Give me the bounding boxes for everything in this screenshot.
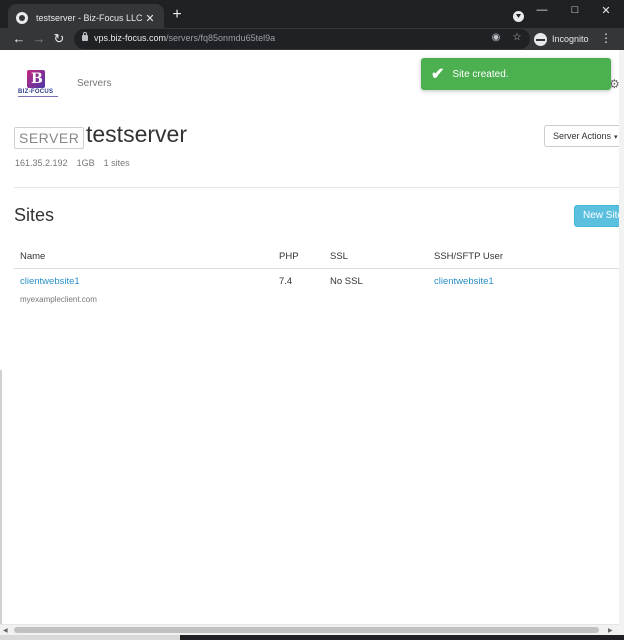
incognito-label: Incognito: [552, 34, 589, 44]
server-meta: 161.35.2.192 1GB 1 sites: [15, 158, 130, 168]
browser-menu-icon[interactable]: ⋮: [600, 31, 612, 45]
page-content: BIZ-FOCUS Servers ⚙ ✔ Site created. SERV…: [0, 50, 619, 624]
incognito-icon: [534, 32, 547, 46]
url-text[interactable]: vps.biz-focus.com/servers/fq85onmdu65tel…: [94, 33, 275, 43]
server-actions-button[interactable]: Server Actions ▾: [544, 125, 619, 147]
server-ip: 161.35.2.192: [15, 158, 68, 168]
window-close-icon[interactable]: ✕: [598, 4, 614, 17]
divider: [14, 187, 619, 188]
site-ssl-status: No SSL: [330, 276, 363, 287]
page-title: testserver: [86, 121, 187, 147]
tab-search-icon[interactable]: [513, 11, 524, 22]
table-header-divider: [14, 268, 619, 269]
server-actions-label: Server Actions: [553, 131, 612, 141]
back-icon[interactable]: ←: [12, 31, 26, 46]
browser-toolbar: ← → ↻ vps.biz-focus.com/servers/fq85onmd…: [0, 28, 624, 50]
incognito-indicator[interactable]: Incognito: [534, 30, 589, 48]
tab-title: testserver - Biz-Focus LLC: [36, 13, 143, 23]
column-header-ssh-user: SSH/SFTP User: [434, 251, 503, 262]
eye-off-icon[interactable]: ◉: [490, 32, 502, 43]
toast-message: Site created.: [452, 68, 509, 80]
address-bar[interactable]: vps.biz-focus.com/servers/fq85onmdu65tel…: [74, 29, 530, 49]
logo-mark: [27, 70, 45, 88]
new-tab-icon[interactable]: +: [170, 6, 184, 24]
column-header-ssl: SSL: [330, 251, 348, 262]
forward-icon[interactable]: →: [32, 31, 46, 46]
column-header-name: Name: [20, 251, 46, 262]
taskbar-strip: [0, 635, 624, 640]
tab-close-icon[interactable]: ✕: [144, 12, 156, 25]
server-memory: 1GB: [76, 158, 95, 168]
sites-heading: Sites: [14, 205, 55, 225]
nav-servers-link[interactable]: Servers: [77, 78, 111, 89]
success-toast: ✔ Site created.: [421, 58, 611, 90]
site-domain: myexampleclient.com: [20, 295, 97, 304]
site-php-version: 7.4: [279, 276, 293, 287]
reload-icon[interactable]: ↻: [52, 31, 66, 47]
chevron-down-icon: ▾: [614, 134, 618, 141]
lock-icon[interactable]: [82, 32, 88, 41]
scroll-right-icon[interactable]: ▶: [608, 627, 613, 634]
taskbar-strip-light: [0, 635, 180, 640]
server-sites-count: 1 sites: [103, 158, 130, 168]
window-edge: [0, 370, 2, 625]
site-ssh-user-link[interactable]: clientwebsite1: [434, 276, 494, 287]
horizontal-scrollbar[interactable]: ◀ ▶: [0, 624, 619, 635]
url-host: vps.biz-focus.com: [94, 33, 167, 43]
url-path: /servers/fq85onmdu65tel9a: [166, 33, 276, 43]
scroll-left-icon[interactable]: ◀: [3, 627, 8, 634]
scrollbar-thumb[interactable]: [14, 627, 599, 633]
minimize-icon[interactable]: —: [534, 4, 550, 16]
biz-focus-logo[interactable]: BIZ-FOCUS: [18, 70, 58, 98]
logo-wordmark: BIZ-FOCUS: [18, 89, 54, 95]
window-gutter: [619, 50, 624, 640]
star-icon[interactable]: ☆: [511, 32, 523, 43]
check-icon: ✔: [431, 66, 445, 83]
globe-icon: [16, 12, 28, 24]
new-site-button[interactable]: New Site: [574, 205, 619, 227]
server-badge: SERVER: [14, 127, 85, 149]
maximize-icon[interactable]: □: [567, 4, 583, 16]
logo-tagline: [18, 96, 58, 97]
column-header-php: PHP: [279, 251, 299, 262]
site-name-link[interactable]: clientwebsite1: [20, 276, 80, 287]
